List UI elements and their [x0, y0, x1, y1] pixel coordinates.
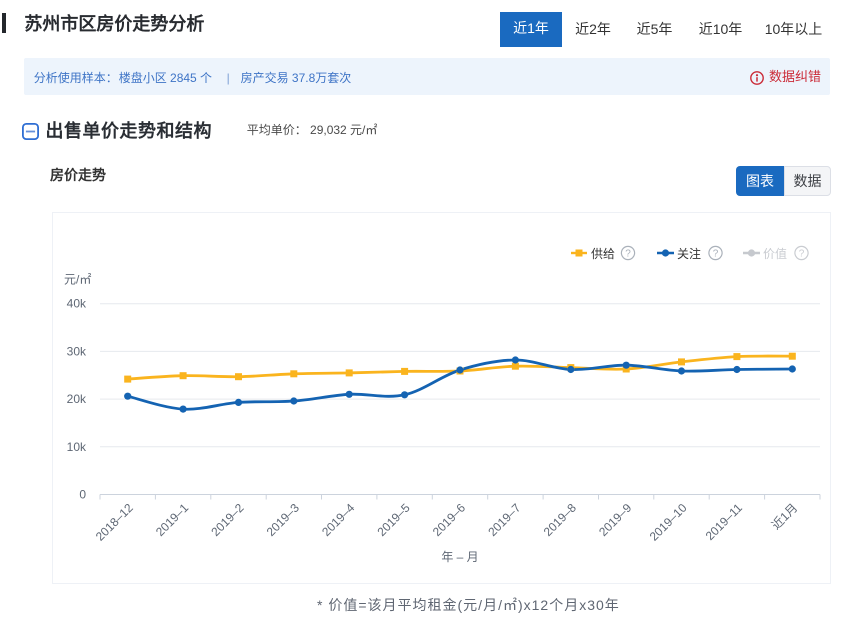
- svg-text:关注: 关注: [677, 246, 701, 261]
- svg-text:30k: 30k: [67, 344, 87, 358]
- svg-text:10k: 10k: [67, 440, 87, 454]
- svg-text:40k: 40k: [67, 297, 87, 311]
- svg-text:?: ?: [713, 249, 719, 260]
- svg-text:年 – 月: 年 – 月: [441, 550, 478, 564]
- svg-text:0: 0: [79, 488, 86, 502]
- svg-text:供给: 供给: [591, 247, 615, 261]
- svg-text:?: ?: [799, 249, 805, 260]
- svg-text:价值: 价值: [763, 246, 787, 261]
- svg-text:20k: 20k: [67, 392, 87, 406]
- svg-text:元/㎡: 元/㎡: [64, 273, 91, 287]
- svg-text:?: ?: [625, 249, 631, 260]
